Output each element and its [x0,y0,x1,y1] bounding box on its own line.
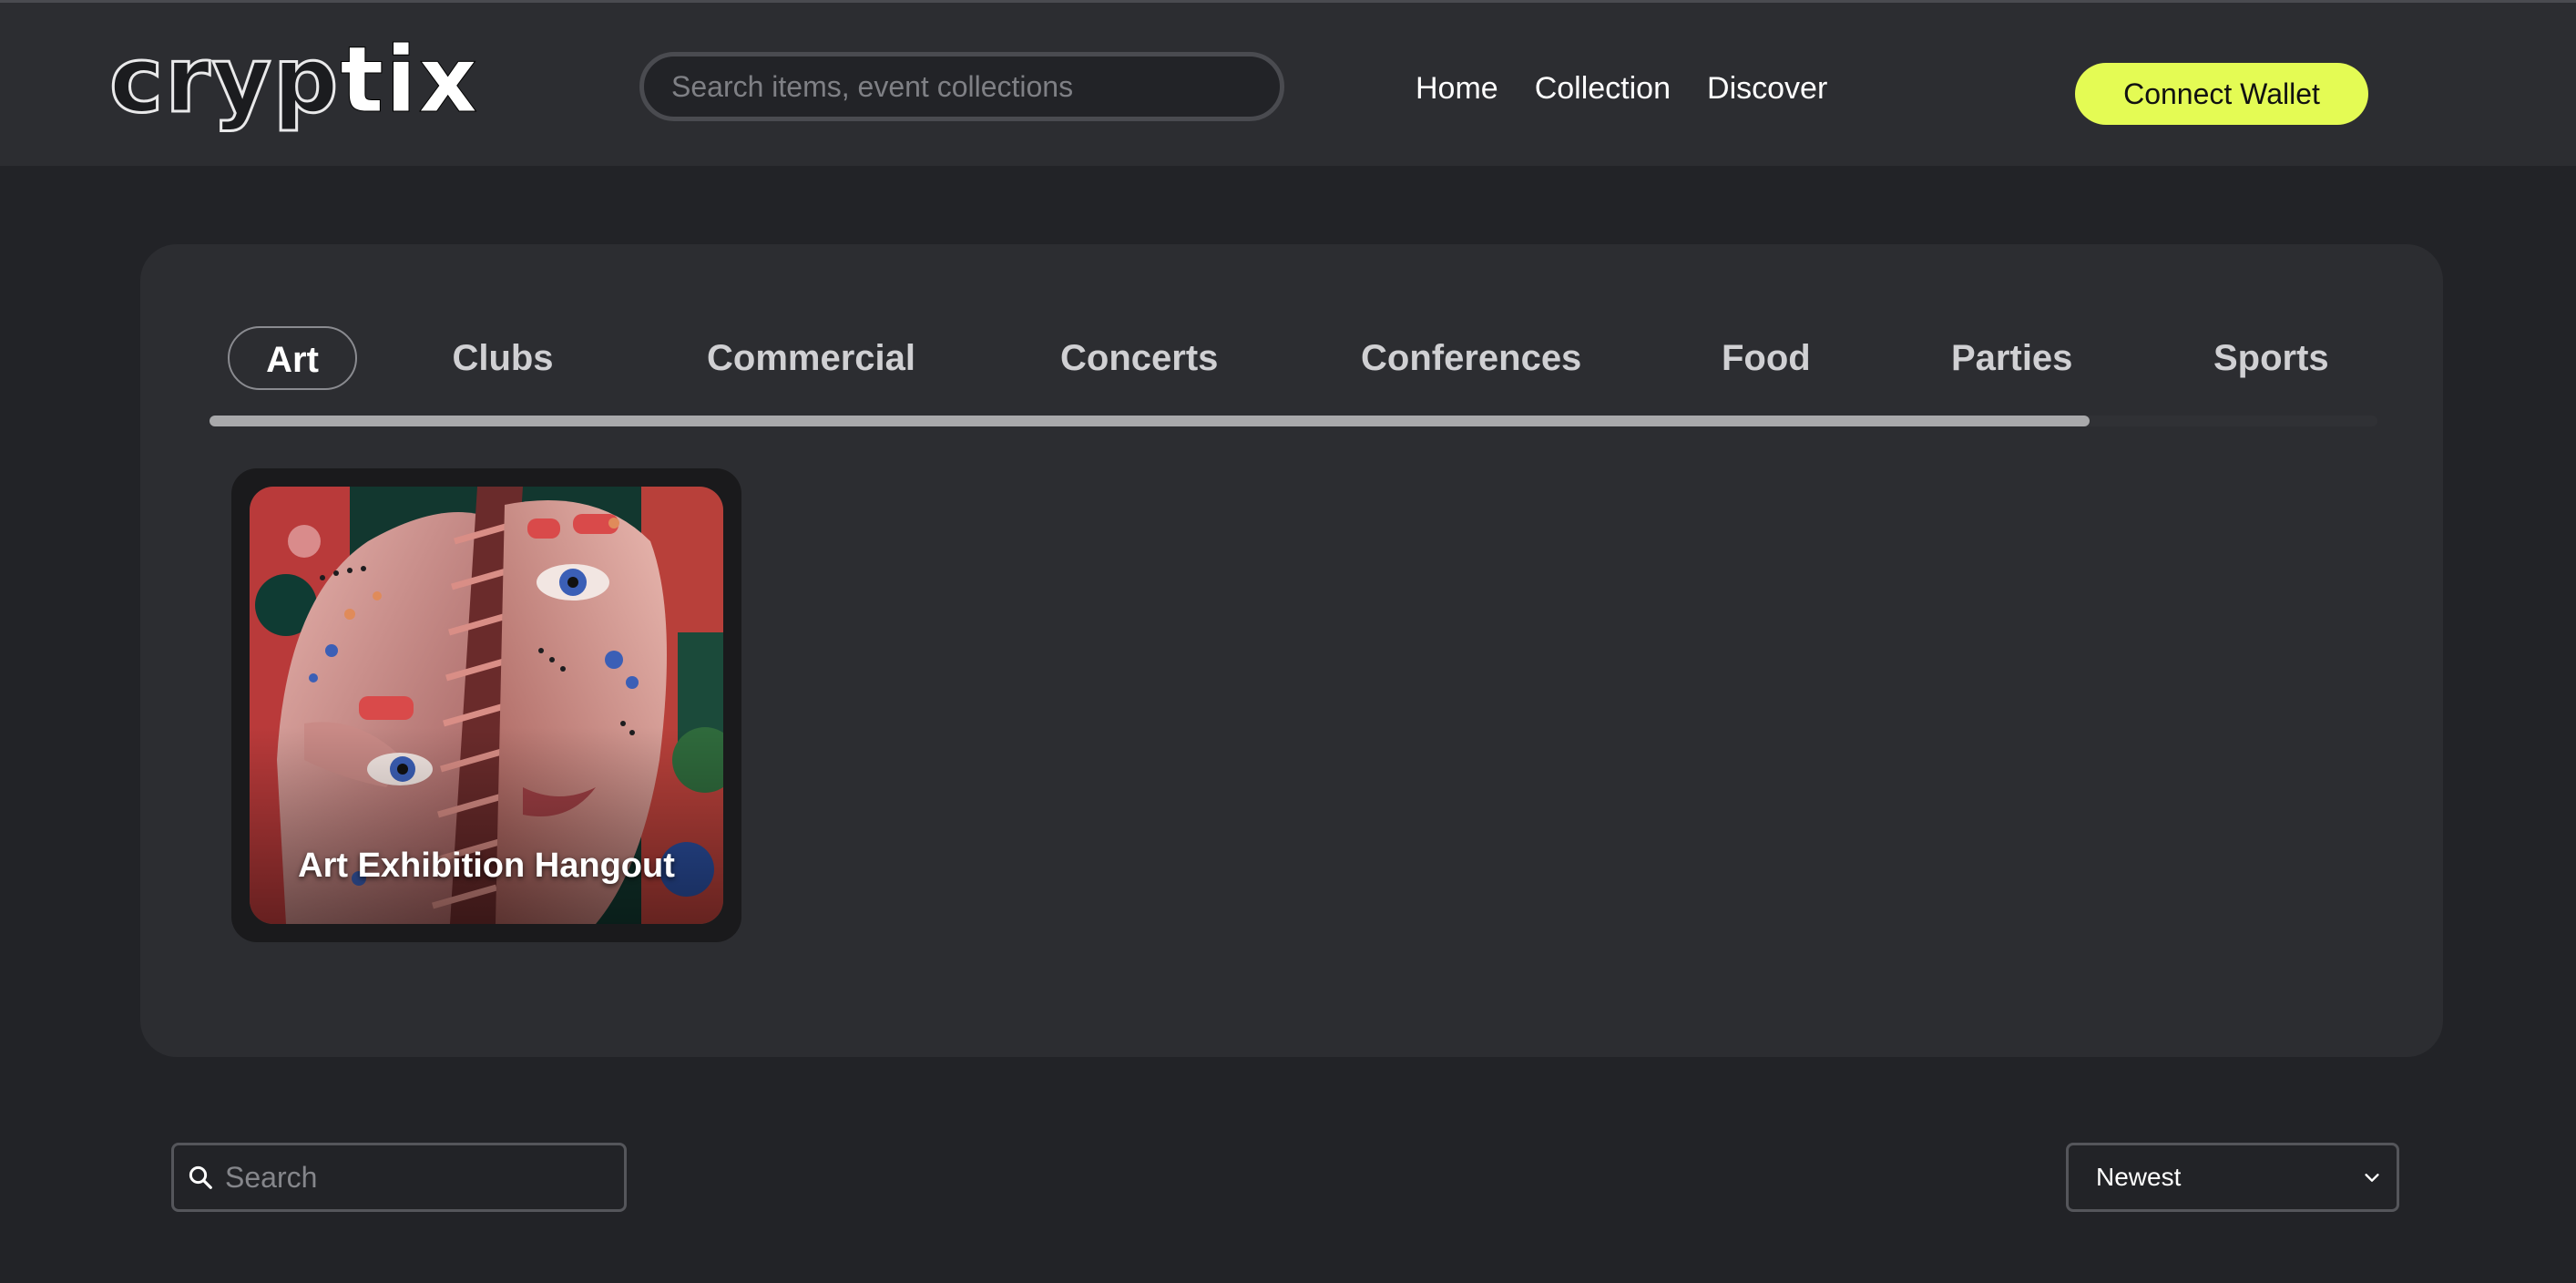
category-tabs: Art Clubs Commercial Concerts Conference… [228,326,2377,390]
tabs-scrollbar-thumb[interactable] [210,416,2090,426]
event-image: Art Exhibition Hangout [250,487,723,924]
search-icon [189,1165,212,1189]
event-title: Art Exhibition Hangout [298,847,675,885]
tab-parties[interactable]: Parties [1951,326,2072,390]
nav-discover-link[interactable]: Discover [1707,71,1827,107]
event-card[interactable]: Art Exhibition Hangout [231,468,741,942]
events-panel: Art Clubs Commercial Concerts Conference… [140,244,2443,1057]
top-header: cryptix Home Collection Discover Connect… [0,0,2576,166]
tab-sports[interactable]: Sports [2213,326,2329,390]
logo-text-solid: tix [340,26,479,133]
event-search-box[interactable] [171,1143,627,1212]
sort-select[interactable]: Newest [2066,1143,2399,1212]
tab-food[interactable]: Food [1722,326,1811,390]
tab-clubs[interactable]: Clubs [452,326,554,390]
main-nav: Home Collection Discover [1416,63,1827,114]
tab-commercial[interactable]: Commercial [707,326,915,390]
cryptix-logo[interactable]: cryp tix [107,26,479,133]
chevron-down-icon [2365,1174,2379,1182]
connect-wallet-button[interactable]: Connect Wallet [2075,63,2368,125]
header-search-input[interactable] [670,68,1280,105]
logo-text-outline: cryp [107,26,341,133]
header-search-box[interactable] [639,52,1284,121]
tab-conferences[interactable]: Conferences [1361,326,1581,390]
event-search-input[interactable] [223,1159,624,1196]
sort-selected-value: Newest [2096,1163,2182,1191]
nav-home-link[interactable]: Home [1416,71,1498,107]
nav-collection-link[interactable]: Collection [1535,71,1671,107]
tab-concerts[interactable]: Concerts [1060,326,1218,390]
tab-art[interactable]: Art [228,326,357,390]
